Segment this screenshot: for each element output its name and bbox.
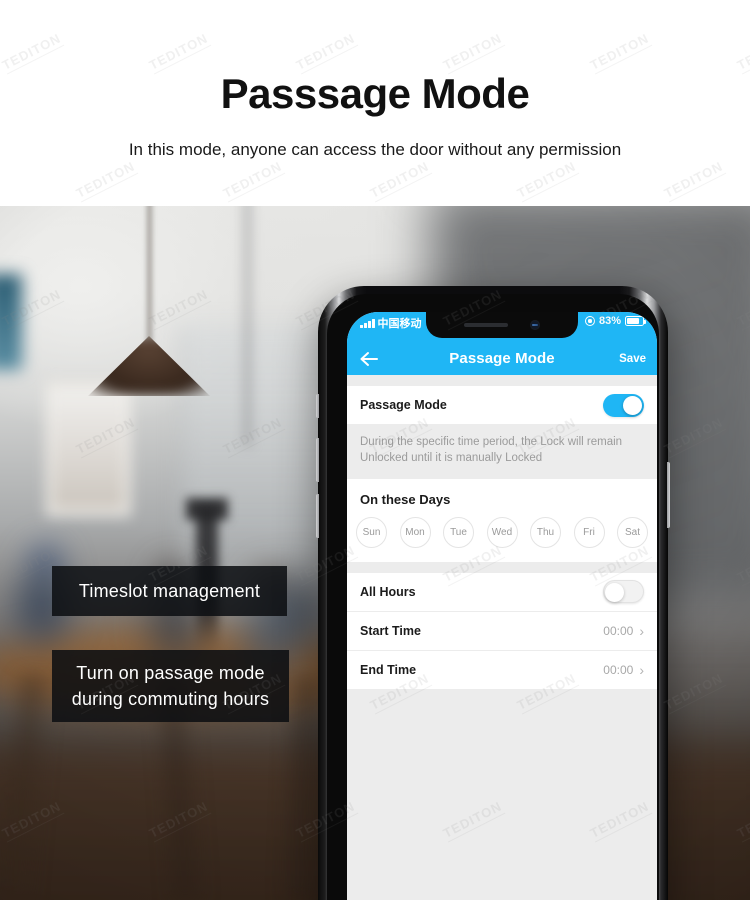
- day-chip-fri[interactable]: Fri: [573, 516, 605, 548]
- passage-mode-toggle[interactable]: [603, 393, 644, 417]
- row-right-all-hours: [603, 580, 644, 604]
- phone-frame: 中国移动 ▾ 83%: [316, 286, 670, 900]
- row-right-start-time: 00:00 ›: [603, 624, 644, 638]
- day-chip-tue[interactable]: Tue: [443, 516, 474, 548]
- page-header: Passsage Mode In this mode, anyone can a…: [0, 0, 750, 206]
- end-time-value: 00:00: [603, 662, 634, 677]
- status-bar: 中国移动 ▾ 83%: [347, 312, 657, 342]
- row-right-passage-mode: [603, 393, 644, 417]
- power-button[interactable]: [667, 462, 670, 528]
- page-subtitle: In this mode, anyone can access the door…: [128, 140, 622, 159]
- chevron-right-icon: ›: [639, 622, 644, 639]
- save-button[interactable]: Save: [619, 353, 646, 365]
- all-hours-toggle[interactable]: [603, 580, 644, 604]
- day-chip-mon[interactable]: Mon: [399, 516, 431, 548]
- row-label-passage-mode: Passage Mode: [360, 398, 447, 412]
- front-camera-icon: [530, 320, 540, 330]
- status-bar-left: 中国移动 ▾: [360, 315, 431, 331]
- passage-mode-note: During the specific time period, the Loc…: [347, 425, 657, 479]
- day-selector: Sun Mon Tue Wed Thu Fri Sat: [347, 513, 657, 562]
- toggle-knob: [623, 395, 642, 415]
- phone-bezel: 中国移动 ▾ 83%: [327, 294, 659, 900]
- carrier-label: 中国移动: [377, 318, 422, 330]
- day-chip-sun[interactable]: Sun: [356, 516, 387, 548]
- app-content: Passage Mode During the specific time pe…: [347, 375, 657, 900]
- section-gap-top: [347, 375, 657, 386]
- row-label-end-time: End Time: [360, 662, 417, 677]
- volume-down-button[interactable]: [316, 494, 319, 538]
- volume-up-button[interactable]: [316, 438, 319, 482]
- start-time-value: 00:00: [603, 623, 634, 638]
- row-right-end-time: 00:00 ›: [603, 663, 644, 677]
- earpiece-speaker: [464, 323, 508, 327]
- row-end-time[interactable]: End Time 00:00 ›: [347, 650, 657, 690]
- day-chip-thu[interactable]: Thu: [530, 516, 561, 548]
- battery-percent-label: 83%: [598, 315, 621, 327]
- caption-commuting-hours: Turn on passage mode during commuting ho…: [52, 650, 289, 722]
- chevron-right-icon: ›: [639, 661, 644, 678]
- location-icon: [584, 316, 595, 326]
- row-label-start-time: Start Time: [360, 623, 421, 638]
- phone-notch: [426, 312, 578, 338]
- app-navigation-bar: Passage Mode Save: [347, 342, 657, 375]
- silence-switch[interactable]: [316, 394, 319, 418]
- battery-icon: [625, 316, 647, 326]
- caption-timeslot-management: Timeslot management: [52, 566, 287, 616]
- toggle-knob: [605, 583, 624, 603]
- row-start-time[interactable]: Start Time 00:00 ›: [347, 611, 657, 651]
- page-title: Passsage Mode: [220, 70, 530, 117]
- section-gap-middle: [347, 561, 657, 573]
- day-chip-wed[interactable]: Wed: [486, 516, 518, 548]
- app-content-filler: [347, 689, 657, 900]
- row-label-all-hours: All Hours: [360, 584, 416, 599]
- status-bar-right: 83%: [584, 315, 647, 327]
- nav-title: Passage Mode: [449, 350, 555, 367]
- row-all-hours[interactable]: All Hours: [347, 572, 657, 612]
- section-title-on-these-days: On these Days: [347, 478, 657, 514]
- signal-bars-icon: [360, 318, 375, 328]
- row-passage-mode[interactable]: Passage Mode: [347, 386, 657, 425]
- day-chip-sat[interactable]: Sat: [617, 516, 648, 548]
- phone-screen: 中国移动 ▾ 83%: [347, 312, 657, 900]
- phone-mockup: 中国移动 ▾ 83%: [316, 286, 670, 900]
- page-root: Passsage Mode In this mode, anyone can a…: [0, 0, 750, 900]
